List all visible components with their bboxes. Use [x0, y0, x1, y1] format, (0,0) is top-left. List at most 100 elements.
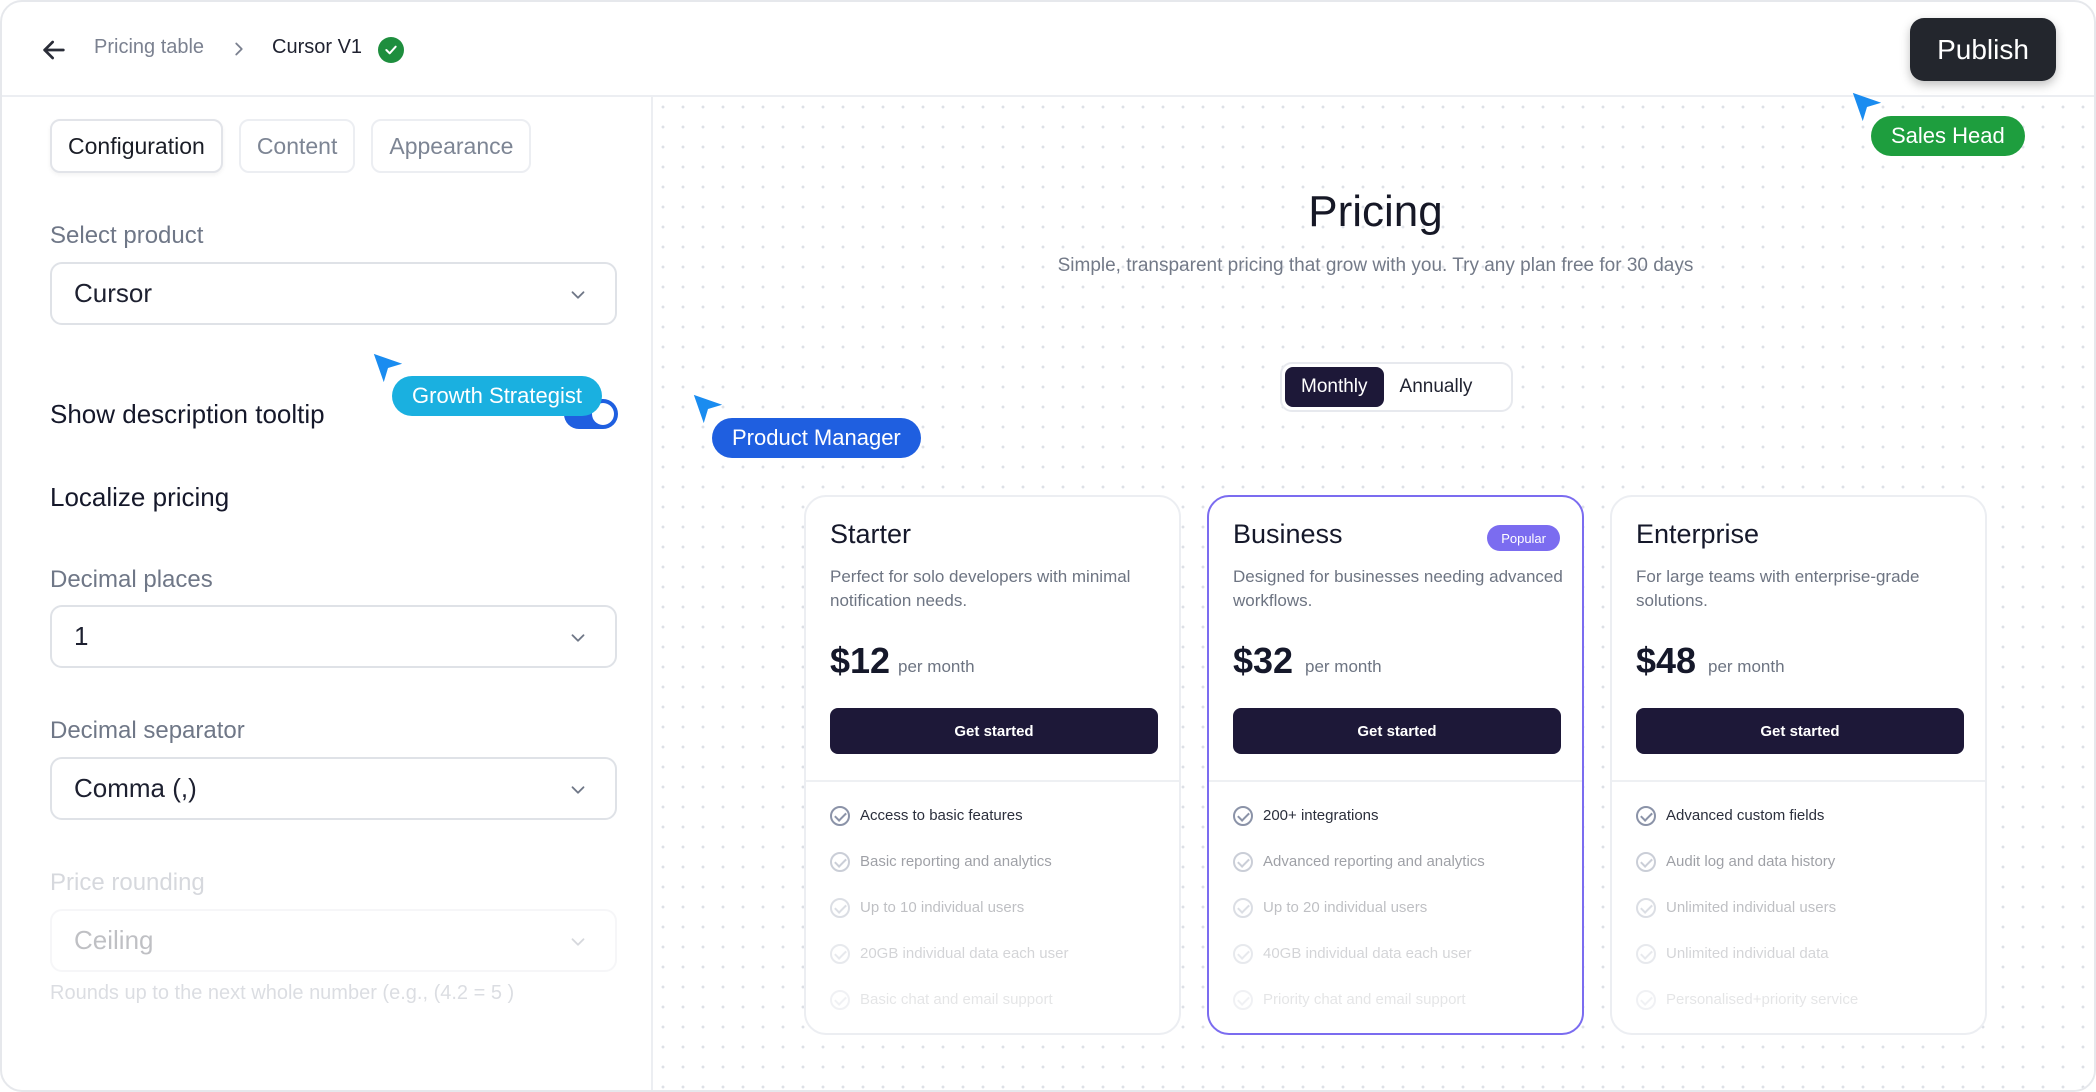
pricing-title: Pricing — [1308, 187, 1443, 236]
plan-period: per month — [1305, 657, 1382, 676]
decimal-places-label: Decimal places — [50, 566, 213, 593]
billing-annually-option[interactable]: Annually — [1384, 367, 1489, 407]
get-started-button[interactable]: Get started — [1636, 708, 1964, 754]
plan-card-business: Business Popular Designed for businesses… — [1207, 495, 1584, 1035]
check-circle-icon — [1636, 806, 1656, 826]
chevron-down-icon — [571, 786, 585, 794]
check-circle-icon — [830, 852, 850, 872]
check-circle-icon — [830, 806, 850, 826]
feature-label: Unlimited individual users — [1666, 899, 1837, 916]
feature-item: Advanced custom fields — [1636, 806, 1858, 853]
panel-tabs: Configuration Content Appearance — [50, 119, 532, 173]
decimal-separator-label: Decimal separator — [50, 717, 245, 744]
feature-label: Up to 20 individual users — [1263, 899, 1428, 916]
plan-price: $32 — [1233, 640, 1294, 681]
configuration-panel: Configuration Content Appearance Select … — [2, 97, 653, 1090]
feature-label: Basic reporting and analytics — [860, 853, 1052, 870]
plan-period: per month — [1708, 657, 1785, 676]
check-circle-icon — [1636, 898, 1656, 918]
plan-description: Designed for businesses needing advanced… — [1233, 567, 1563, 610]
feature-label: 20GB individual data each user — [860, 945, 1069, 962]
card-divider — [1209, 780, 1582, 782]
check-circle-icon — [830, 944, 850, 964]
feature-item: 20GB individual data each user — [830, 944, 1069, 991]
decimal-places-value: 1 — [74, 621, 89, 651]
feature-label: Access to basic features — [860, 807, 1023, 824]
back-arrow-icon[interactable] — [38, 34, 70, 66]
feature-item: Audit log and data history — [1636, 852, 1858, 899]
collaborator-tag-sales-head: Sales Head — [1871, 116, 2025, 156]
show-description-tooltip-label: Show description tooltip — [50, 399, 325, 429]
plan-card-enterprise: Enterprise For large teams with enterpri… — [1610, 495, 1987, 1035]
billing-monthly-option[interactable]: Monthly — [1285, 367, 1384, 407]
product-select-value: Cursor — [74, 278, 153, 308]
decimal-places-select[interactable]: 1 — [50, 605, 617, 668]
feature-item: Access to basic features — [830, 806, 1068, 853]
feature-item: Unlimited individual users — [1636, 898, 1858, 945]
check-circle-icon — [830, 990, 850, 1010]
feature-label: Up to 10 individual users — [860, 899, 1025, 916]
feature-label: 40GB individual data each user — [1263, 945, 1472, 962]
plan-price: $12 — [830, 640, 891, 681]
tab-content[interactable]: Content — [238, 119, 356, 173]
plan-description: For large teams with enterprise-grade so… — [1636, 567, 1920, 610]
collaborator-tag-growth-strategist: Growth Strategist — [392, 376, 602, 416]
check-circle-icon — [1233, 990, 1253, 1010]
plan-name: Starter — [830, 519, 912, 549]
feature-item: Priority chat and email support — [1233, 990, 1485, 1033]
price-rounding-select[interactable]: Ceiling — [50, 909, 617, 972]
feature-item: Basic chat and email support — [830, 990, 1068, 1033]
feature-label: 200+ integrations — [1263, 807, 1379, 824]
app-window: Pricing table Cursor V1 Publish Configur… — [0, 0, 2096, 1092]
feature-list: 200+ integrations Advanced reporting and… — [1233, 806, 1485, 1033]
preview-canvas: Pricing Simple, transparent pricing that… — [653, 97, 2094, 1090]
select-product-label: Select product — [50, 222, 204, 249]
feature-item: Unlimited individual data — [1636, 944, 1858, 991]
feature-list: Advanced custom fields Audit log and dat… — [1636, 806, 1859, 1033]
tab-appearance[interactable]: Appearance — [371, 119, 532, 173]
feature-item: Basic reporting and analytics — [830, 852, 1068, 899]
check-circle-icon — [1636, 990, 1656, 1010]
feature-item: 40GB individual data each user — [1233, 944, 1485, 991]
check-circle-icon — [1233, 944, 1253, 964]
feature-label: Audit log and data history — [1666, 853, 1836, 870]
feature-label: Basic chat and email support — [860, 991, 1053, 1008]
feature-label: Priority chat and email support — [1263, 991, 1466, 1008]
localize-pricing-label: Localize pricing — [50, 482, 230, 512]
plan-name: Enterprise — [1636, 519, 1760, 549]
breadcrumb-current: Cursor V1 — [272, 36, 363, 58]
chevron-right-icon — [235, 42, 243, 56]
feature-item: Up to 10 individual users — [830, 898, 1068, 945]
breadcrumb-parent[interactable]: Pricing table — [94, 36, 204, 59]
card-divider — [1612, 780, 1985, 782]
price-rounding-hint: Rounds up to the next whole number (e.g.… — [50, 982, 515, 1004]
chevron-down-icon — [571, 634, 585, 642]
plan-price: $48 — [1636, 640, 1697, 681]
card-divider — [806, 780, 1179, 782]
top-bar: Pricing table Cursor V1 Publish — [2, 2, 2094, 97]
feature-list: Access to basic features Basic reporting… — [830, 806, 1069, 1033]
get-started-button[interactable]: Get started — [1233, 708, 1561, 754]
check-circle-icon — [1636, 944, 1656, 964]
billing-toggle: Monthly Annually — [1280, 362, 1513, 412]
check-circle-icon — [1233, 898, 1253, 918]
chevron-down-icon — [571, 938, 585, 946]
product-select[interactable]: Cursor — [50, 262, 617, 325]
plan-description: Perfect for solo developers with minimal… — [830, 567, 1131, 610]
tab-configuration[interactable]: Configuration — [50, 119, 223, 173]
collaborator-tag-product-manager: Product Manager — [712, 418, 921, 458]
feature-item: Up to 20 individual users — [1233, 898, 1485, 945]
get-started-button[interactable]: Get started — [830, 708, 1158, 754]
feature-label: Unlimited individual data — [1666, 945, 1829, 962]
feature-label: Personalised+priority service — [1666, 991, 1859, 1008]
check-circle-icon — [1233, 806, 1253, 826]
publish-button[interactable]: Publish — [1910, 18, 2056, 81]
feature-item: Advanced reporting and analytics — [1233, 852, 1485, 899]
plan-period: per month — [898, 657, 975, 676]
decimal-separator-value: Comma (,) — [74, 773, 197, 803]
plan-name: Business — [1233, 519, 1343, 549]
decimal-separator-select[interactable]: Comma (,) — [50, 757, 617, 820]
check-circle-icon — [1636, 852, 1656, 872]
plan-card-starter: Starter Perfect for solo developers with… — [804, 495, 1181, 1035]
feature-item: Personalised+priority service — [1636, 990, 1859, 1033]
